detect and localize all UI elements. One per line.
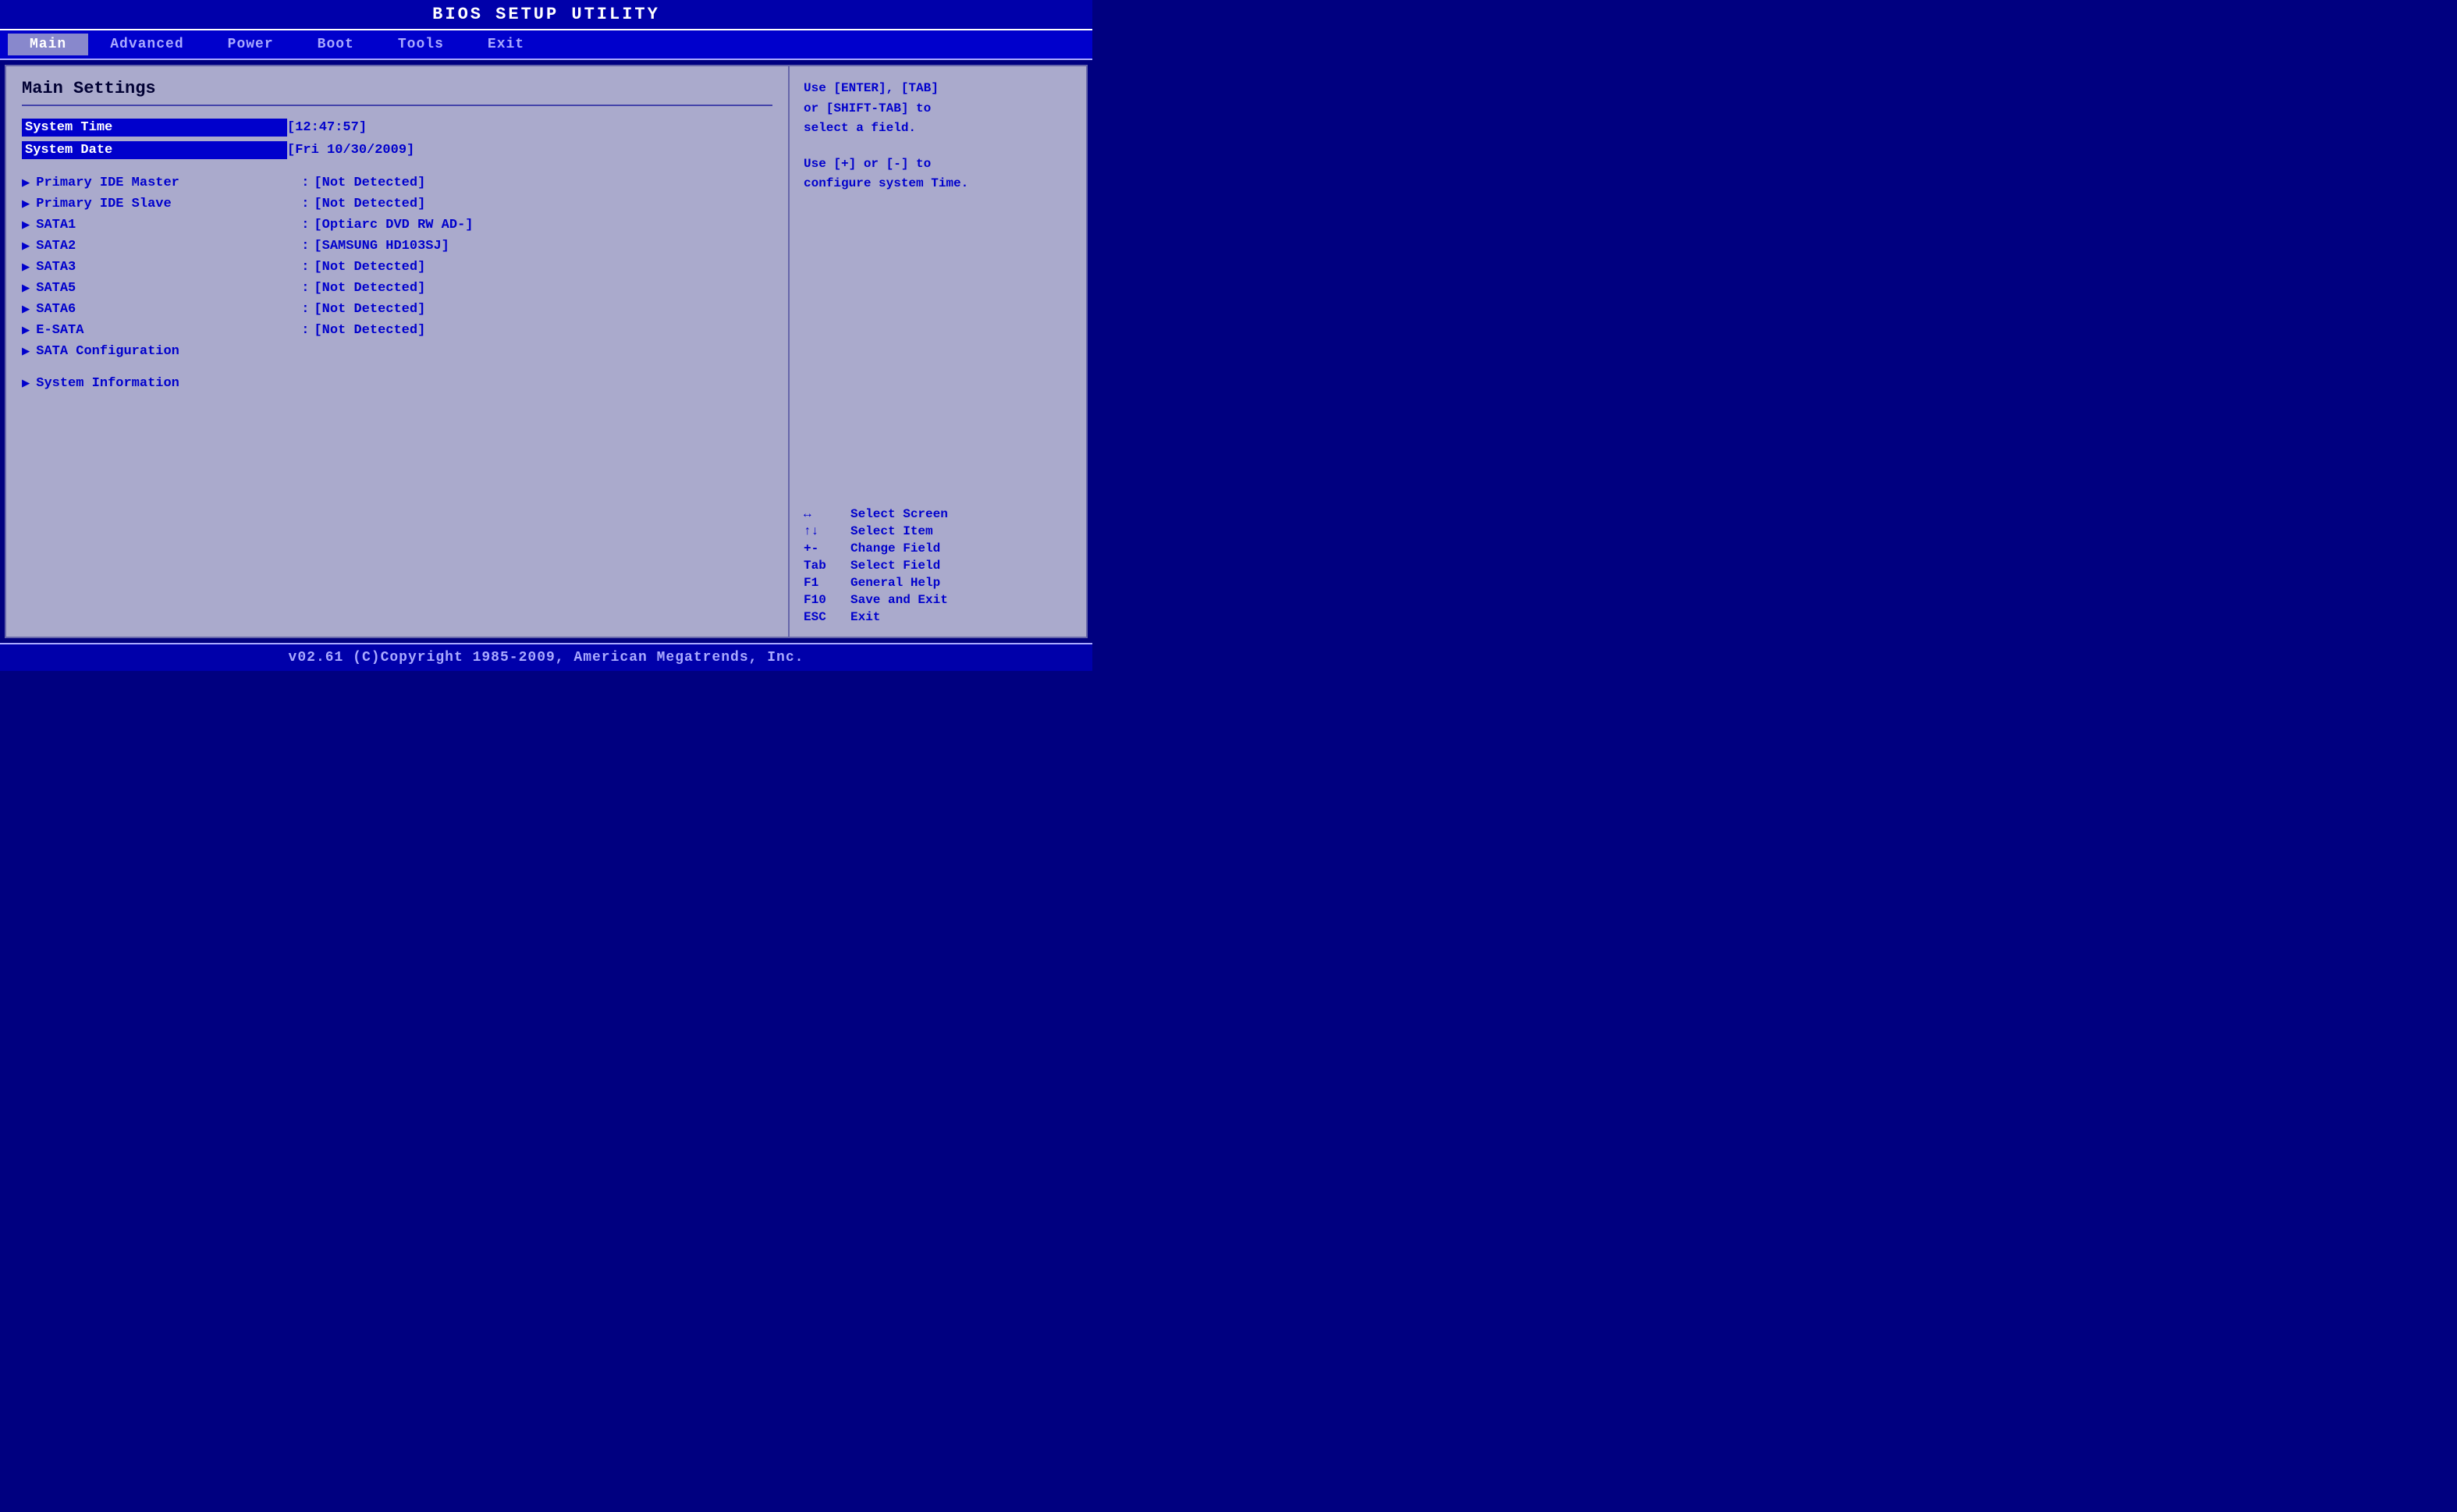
menu-bar: MainAdvancedPowerBootToolsExit [0, 30, 1092, 60]
key-name: +- [804, 541, 843, 555]
arrow-icon: ▶ [22, 238, 30, 254]
spacer [22, 164, 772, 175]
key-name: ↔ [804, 507, 843, 521]
setting-row[interactable]: ▶ SATA1 : [Optiarc DVD RW AD-] [22, 217, 772, 233]
key-name: F1 [804, 576, 843, 590]
setting-row[interactable]: ▶ SATA Configuration [22, 343, 772, 360]
setting-row[interactable]: ▶ SATA6 : [Not Detected] [22, 301, 772, 318]
setting-value: [Not Detected] [314, 260, 425, 275]
arrow-icon: ▶ [22, 259, 30, 275]
menu-item-main[interactable]: Main [8, 34, 88, 55]
setting-value: [Not Detected] [314, 281, 425, 296]
setting-value: [Fri 10/30/2009] [287, 143, 414, 158]
key-desc: Select Field [850, 559, 940, 573]
menu-item-boot[interactable]: Boot [296, 34, 376, 55]
setting-label: SATA2 [36, 239, 301, 254]
menu-item-exit[interactable]: Exit [466, 34, 546, 55]
setting-row[interactable]: ▶ SATA3 : [Not Detected] [22, 259, 772, 275]
key-name: Tab [804, 559, 843, 573]
setting-separator: : [301, 176, 309, 190]
setting-separator: : [301, 197, 309, 211]
key-row: F10 Save and Exit [804, 593, 1072, 607]
key-desc: Save and Exit [850, 593, 948, 607]
settings-list: System Time[12:47:57]System Date[Fri 10/… [22, 119, 772, 392]
key-help: ↔ Select Screen ↑↓ Select Item +- Change Fiel… [804, 507, 1072, 624]
arrow-icon: ▶ [22, 301, 30, 318]
key-desc: General Help [850, 576, 940, 590]
arrow-icon: ▶ [22, 280, 30, 296]
left-panel: Main Settings System Time[12:47:57]Syste… [6, 66, 790, 637]
menu-item-tools[interactable]: Tools [376, 34, 466, 55]
setting-label: Primary IDE Master [36, 176, 301, 190]
key-desc: Select Item [850, 524, 933, 538]
arrow-icon: ▶ [22, 196, 30, 212]
setting-row: System Time[12:47:57] [22, 119, 772, 137]
setting-row: System Date[Fri 10/30/2009] [22, 141, 772, 159]
setting-label: Primary IDE Slave [36, 197, 301, 211]
key-row: ESC Exit [804, 610, 1072, 624]
spacer [22, 364, 772, 375]
setting-label: System Information [36, 376, 301, 391]
section-title: Main Settings [22, 79, 772, 98]
setting-label: SATA Configuration [36, 344, 301, 359]
arrow-icon: ▶ [22, 343, 30, 360]
arrow-icon: ▶ [22, 217, 30, 233]
setting-value: [Not Detected] [314, 323, 425, 338]
setting-separator: : [301, 323, 309, 338]
bios-title: BIOS SETUP UTILITY [0, 0, 1092, 30]
setting-row[interactable]: ▶ Primary IDE Master : [Not Detected] [22, 175, 772, 191]
menu-item-advanced[interactable]: Advanced [88, 34, 205, 55]
setting-value: [Optiarc DVD RW AD-] [314, 218, 473, 232]
setting-row[interactable]: ▶ E-SATA : [Not Detected] [22, 322, 772, 339]
help-text-2: Use [+] or [-] toconfigure system Time. [804, 154, 1072, 194]
setting-separator: : [301, 260, 309, 275]
setting-value: [Not Detected] [314, 197, 425, 211]
key-row: Tab Select Field [804, 559, 1072, 573]
arrow-icon: ▶ [22, 375, 30, 392]
key-name: F10 [804, 593, 843, 607]
setting-row[interactable]: ▶ SATA2 : [SAMSUNG HD103SJ] [22, 238, 772, 254]
setting-value: [Not Detected] [314, 176, 425, 190]
setting-separator: : [301, 302, 309, 317]
setting-label: SATA1 [36, 218, 301, 232]
setting-value: [12:47:57] [287, 120, 367, 135]
setting-label: SATA6 [36, 302, 301, 317]
setting-label: System Time [22, 119, 287, 137]
setting-separator: : [301, 239, 309, 254]
right-panel: Use [ENTER], [TAB]or [SHIFT-TAB] toselec… [790, 66, 1086, 637]
key-row: ↔ Select Screen [804, 507, 1072, 521]
setting-value: [SAMSUNG HD103SJ] [314, 239, 449, 254]
setting-label: E-SATA [36, 323, 301, 338]
setting-value: [Not Detected] [314, 302, 425, 317]
setting-row[interactable]: ▶ SATA5 : [Not Detected] [22, 280, 772, 296]
key-desc: Select Screen [850, 507, 948, 521]
footer: v02.61 (C)Copyright 1985-2009, American … [0, 643, 1092, 671]
setting-label: System Date [22, 141, 287, 159]
setting-separator: : [301, 281, 309, 296]
key-row: F1 General Help [804, 576, 1072, 590]
setting-separator: : [301, 218, 309, 232]
setting-row[interactable]: ▶ System Information [22, 375, 772, 392]
section-divider [22, 105, 772, 106]
arrow-icon: ▶ [22, 175, 30, 191]
key-name: ↑↓ [804, 524, 843, 538]
arrow-icon: ▶ [22, 322, 30, 339]
help-text-1: Use [ENTER], [TAB]or [SHIFT-TAB] toselec… [804, 79, 1072, 139]
title-text: BIOS SETUP UTILITY [432, 5, 660, 24]
key-desc: Change Field [850, 541, 940, 555]
key-row: ↑↓ Select Item [804, 524, 1072, 538]
menu-item-power[interactable]: Power [206, 34, 296, 55]
key-name: ESC [804, 610, 843, 624]
key-row: +- Change Field [804, 541, 1072, 555]
setting-label: SATA5 [36, 281, 301, 296]
key-desc: Exit [850, 610, 880, 624]
content-area: Main Settings System Time[12:47:57]Syste… [5, 65, 1088, 638]
setting-label: SATA3 [36, 260, 301, 275]
setting-row[interactable]: ▶ Primary IDE Slave : [Not Detected] [22, 196, 772, 212]
